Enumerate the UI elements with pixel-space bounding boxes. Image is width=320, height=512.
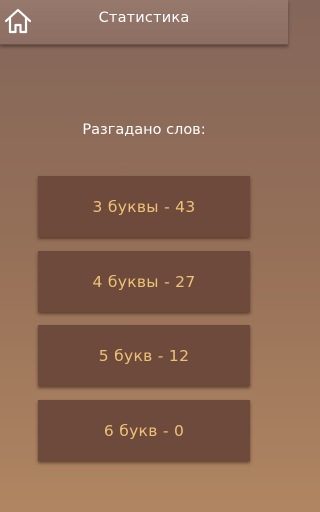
solved-words-heading: Разгадано слов: [82, 122, 206, 138]
stat-label: 4 буквы - 27 [92, 272, 196, 291]
stat-label: 5 букв - 12 [98, 346, 190, 365]
stat-card-3-letters: 3 буквы - 43 [38, 176, 250, 237]
stat-card-4-letters: 4 буквы - 27 [38, 251, 250, 312]
stat-card-6-letters: 6 букв - 0 [38, 400, 250, 461]
stat-card-5-letters: 5 букв - 12 [38, 325, 250, 386]
stat-label: 3 буквы - 43 [92, 197, 196, 216]
stat-label: 6 букв - 0 [103, 421, 185, 440]
page-title: Статистика [98, 10, 190, 26]
top-bar: Статистика [0, 0, 288, 45]
